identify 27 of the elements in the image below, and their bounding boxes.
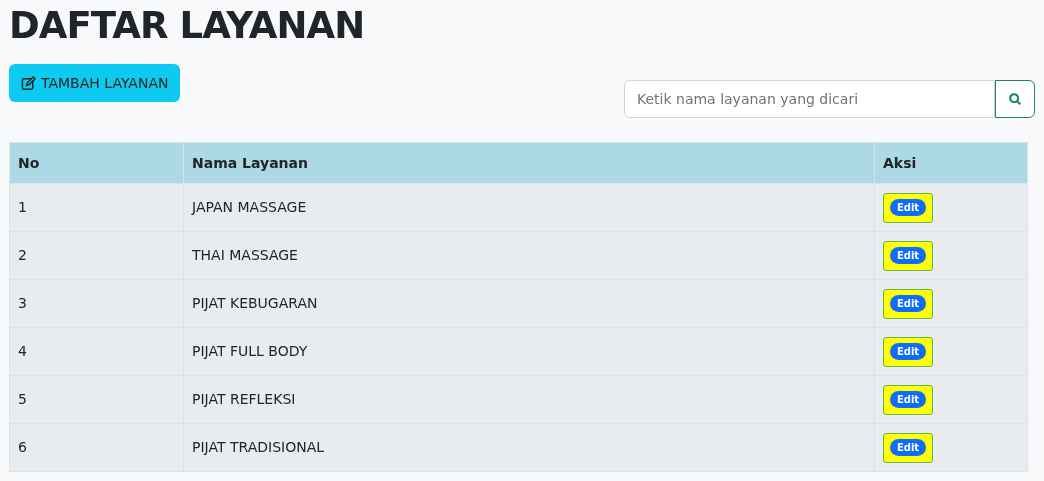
- table-cell: JAPAN MASSAGE: [192, 199, 307, 215]
- column-header: Aksi: [883, 154, 917, 171]
- search-field[interactable]: Ketik nama layanan yang dicari: [624, 80, 995, 118]
- table-cell: 6: [18, 439, 27, 455]
- edit-button[interactable]: Edit: [889, 391, 927, 408]
- table-cell: 3: [18, 295, 27, 311]
- table-cell: 1: [18, 199, 27, 215]
- edit-icon: [21, 75, 36, 91]
- table-cell: PIJAT TRADISIONAL: [192, 439, 325, 455]
- table-cell: 4: [18, 343, 27, 359]
- add-button[interactable]: TAMBAH LAYANAN: [9, 64, 181, 102]
- table-cell: 5: [18, 391, 27, 407]
- edit-button[interactable]: Edit: [889, 439, 927, 456]
- table-cell: 2: [18, 247, 27, 263]
- edit-button[interactable]: Edit: [889, 343, 927, 360]
- search-icon: [1008, 92, 1022, 106]
- page-title: DAFTAR LAYANAN: [9, 4, 366, 48]
- edit-button[interactable]: Edit: [889, 295, 927, 312]
- table-cell: THAI MASSAGE: [192, 247, 298, 263]
- table-cell: PIJAT FULL BODY: [192, 343, 308, 359]
- search-button[interactable]: [995, 80, 1035, 118]
- table-cell: PIJAT KEBUGARAN: [192, 295, 318, 311]
- column-header: No: [18, 154, 40, 171]
- table-cell: PIJAT REFLEKSI: [192, 391, 296, 407]
- edit-button[interactable]: Edit: [889, 199, 927, 216]
- edit-button[interactable]: Edit: [889, 247, 927, 264]
- column-header: Nama Layanan: [192, 154, 308, 171]
